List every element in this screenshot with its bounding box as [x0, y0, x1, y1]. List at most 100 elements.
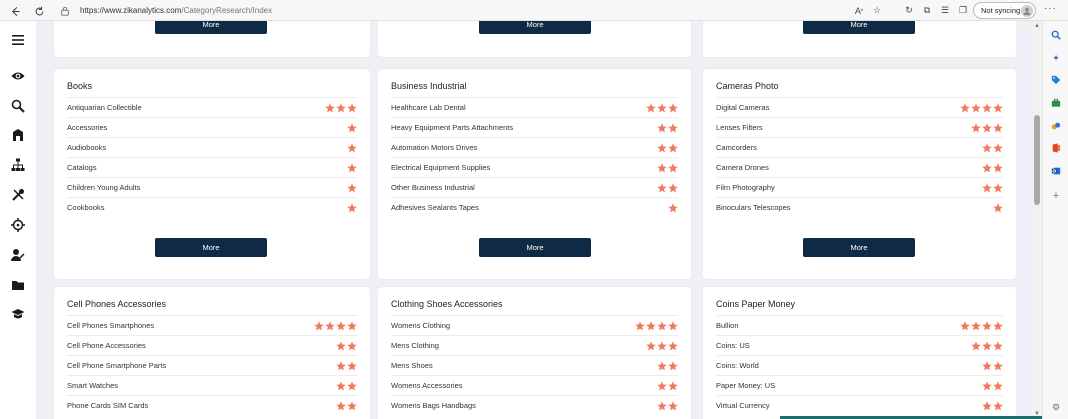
crosshair-icon[interactable]	[9, 216, 27, 234]
subcategory-name[interactable]: Womens Accessories	[391, 381, 463, 390]
subcategory-row[interactable]: Camera Drones	[716, 157, 1003, 177]
subcategory-row[interactable]: Phone Cards SIM Cards	[67, 395, 357, 415]
subcategory-name[interactable]: Coins: World	[716, 361, 759, 370]
subcategory-row[interactable]: Lenses Filters	[716, 117, 1003, 137]
more-button-top-1[interactable]: More	[155, 21, 267, 34]
briefcase-icon[interactable]	[1050, 97, 1062, 109]
more-button-cameras-photo[interactable]: More	[803, 238, 915, 257]
subcategory-row[interactable]: Coins: US	[716, 335, 1003, 355]
subcategory-row[interactable]: Adhesives Sealants Tapes	[391, 197, 678, 217]
subcategory-name[interactable]: Adhesives Sealants Tapes	[391, 203, 479, 212]
subcategory-name[interactable]: Children Young Adults	[67, 183, 140, 192]
subcategory-name[interactable]: Mens Shoes	[391, 361, 433, 370]
subcategory-row[interactable]: Automation Motors Drives	[391, 137, 678, 157]
subcategory-name[interactable]: Healthcare Lab Dental	[391, 103, 466, 112]
favorites-icon[interactable]: ☰	[936, 2, 954, 19]
address-bar[interactable]: https://www.zikanalytics.com/CategoryRes…	[60, 2, 850, 19]
settings-icon[interactable]: ⚙	[1050, 401, 1062, 413]
subcategory-name[interactable]: Catalogs	[67, 163, 97, 172]
more-button-books[interactable]: More	[155, 238, 267, 257]
subcategory-name[interactable]: Cell Phones Smartphones	[67, 321, 154, 330]
subcategory-name[interactable]: Audiobooks	[67, 143, 106, 152]
subcategory-name[interactable]: Mens Clothing	[391, 341, 439, 350]
subcategory-row[interactable]: Cell Phone Smartphone Parts	[67, 355, 357, 375]
subcategory-row[interactable]: Coins: World	[716, 355, 1003, 375]
subcategory-name[interactable]: Cell Phone Accessories	[67, 341, 146, 350]
subcategory-name[interactable]: Virtual Currency	[716, 401, 770, 410]
more-button-top-3[interactable]: More	[803, 21, 915, 34]
subcategory-row[interactable]: Film Photography	[716, 177, 1003, 197]
read-aloud-icon[interactable]: Aᴬ	[850, 2, 868, 19]
search-zoom-icon[interactable]	[9, 97, 27, 115]
collections-icon[interactable]: ❐	[954, 2, 972, 19]
browser-menu-icon[interactable]: ···	[1044, 3, 1057, 14]
page-scrollbar[interactable]: ▲ ▼	[1032, 21, 1042, 419]
subcategory-row[interactable]: Electrical Equipment Supplies	[391, 157, 678, 177]
subcategory-name[interactable]: Womens Clothing	[391, 321, 450, 330]
tag-icon[interactable]	[1050, 74, 1062, 86]
subcategory-row[interactable]: Healthcare Lab Dental	[391, 97, 678, 117]
subcategory-row[interactable]: Virtual Currency	[716, 395, 1003, 415]
search-icon[interactable]	[1050, 29, 1062, 41]
subcategory-name[interactable]: Heavy Equipment Parts Attachments	[391, 123, 513, 132]
subcategory-name[interactable]: Paper Money: US	[716, 381, 775, 390]
more-button-top-2[interactable]: More	[479, 21, 591, 34]
subcategory-row[interactable]: Accessories	[67, 117, 357, 137]
add-icon[interactable]: +	[1050, 190, 1062, 202]
subcategory-name[interactable]: Bullion	[716, 321, 739, 330]
subcategory-name[interactable]: Lenses Filters	[716, 123, 763, 132]
subcategory-row[interactable]: Catalogs	[67, 157, 357, 177]
subcategory-row[interactable]: Womens Clothing	[391, 315, 678, 335]
subcategory-name[interactable]: Cookbooks	[67, 203, 105, 212]
user-edit-icon[interactable]	[9, 246, 27, 264]
subcategory-name[interactable]: Automation Motors Drives	[391, 143, 477, 152]
subcategory-name[interactable]: Film Photography	[716, 183, 775, 192]
subcategory-name[interactable]: Coins: US	[716, 341, 750, 350]
subcategory-row[interactable]: Children Young Adults	[67, 177, 357, 197]
subcategory-row[interactable]: Digital Cameras	[716, 97, 1003, 117]
eye-icon[interactable]	[9, 67, 27, 85]
folder-icon[interactable]	[9, 276, 27, 294]
refresh-icon[interactable]	[29, 1, 49, 21]
subcategory-name[interactable]: Smart Watches	[67, 381, 118, 390]
subcategory-row[interactable]: Other Business Industrial	[391, 177, 678, 197]
subcategory-row[interactable]: Cookbooks	[67, 197, 357, 217]
sparkle-icon[interactable]: ✦	[1050, 52, 1062, 64]
favorite-add-icon[interactable]: ☆	[868, 2, 886, 19]
sitemap-icon[interactable]	[9, 156, 27, 174]
tools-icon[interactable]	[9, 186, 27, 204]
subcategory-row[interactable]: Heavy Equipment Parts Attachments	[391, 117, 678, 137]
more-button-business-industrial[interactable]: More	[479, 238, 591, 257]
subcategory-row[interactable]: Mens Shoes	[391, 355, 678, 375]
not-syncing-button[interactable]: Not syncing	[973, 2, 1036, 19]
games-icon[interactable]	[1050, 120, 1062, 132]
graduate-icon[interactable]	[9, 306, 27, 324]
subcategory-row[interactable]: Cell Phone Accessories	[67, 335, 357, 355]
subcategory-name[interactable]: Electrical Equipment Supplies	[391, 163, 490, 172]
store-icon[interactable]	[9, 126, 27, 144]
subcategory-name[interactable]: Camcorders	[716, 143, 757, 152]
subcategory-row[interactable]: Audiobooks	[67, 137, 357, 157]
office-icon[interactable]	[1050, 142, 1062, 154]
subcategory-row[interactable]: Mens Clothing	[391, 335, 678, 355]
subcategory-row[interactable]: Bullion	[716, 315, 1003, 335]
subcategory-name[interactable]: Binoculars Telescopes	[716, 203, 791, 212]
subcategory-name[interactable]: Accessories	[67, 123, 107, 132]
subcategory-name[interactable]: Other Business Industrial	[391, 183, 475, 192]
subcategory-row[interactable]: Womens Accessories	[391, 375, 678, 395]
scroll-thumb[interactable]	[1034, 115, 1040, 205]
subcategory-row[interactable]: Cell Phones Smartphones	[67, 315, 357, 335]
outlook-icon[interactable]	[1050, 165, 1062, 177]
extensions-icon[interactable]: ⧉	[918, 2, 936, 19]
subcategory-name[interactable]: Phone Cards SIM Cards	[67, 401, 148, 410]
subcategory-row[interactable]: Camcorders	[716, 137, 1003, 157]
subcategory-row[interactable]: Paper Money: US	[716, 375, 1003, 395]
subcategory-row[interactable]: Smart Watches	[67, 375, 357, 395]
subcategory-name[interactable]: Camera Drones	[716, 163, 769, 172]
subcategory-name[interactable]: Digital Cameras	[716, 103, 769, 112]
reload-extension-icon[interactable]: ↻	[900, 2, 918, 19]
subcategory-row[interactable]: Antiquarian Collectible	[67, 97, 357, 117]
subcategory-row[interactable]: Binoculars Telescopes	[716, 197, 1003, 217]
subcategory-name[interactable]: Womens Bags Handbags	[391, 401, 476, 410]
back-icon[interactable]	[5, 1, 25, 21]
